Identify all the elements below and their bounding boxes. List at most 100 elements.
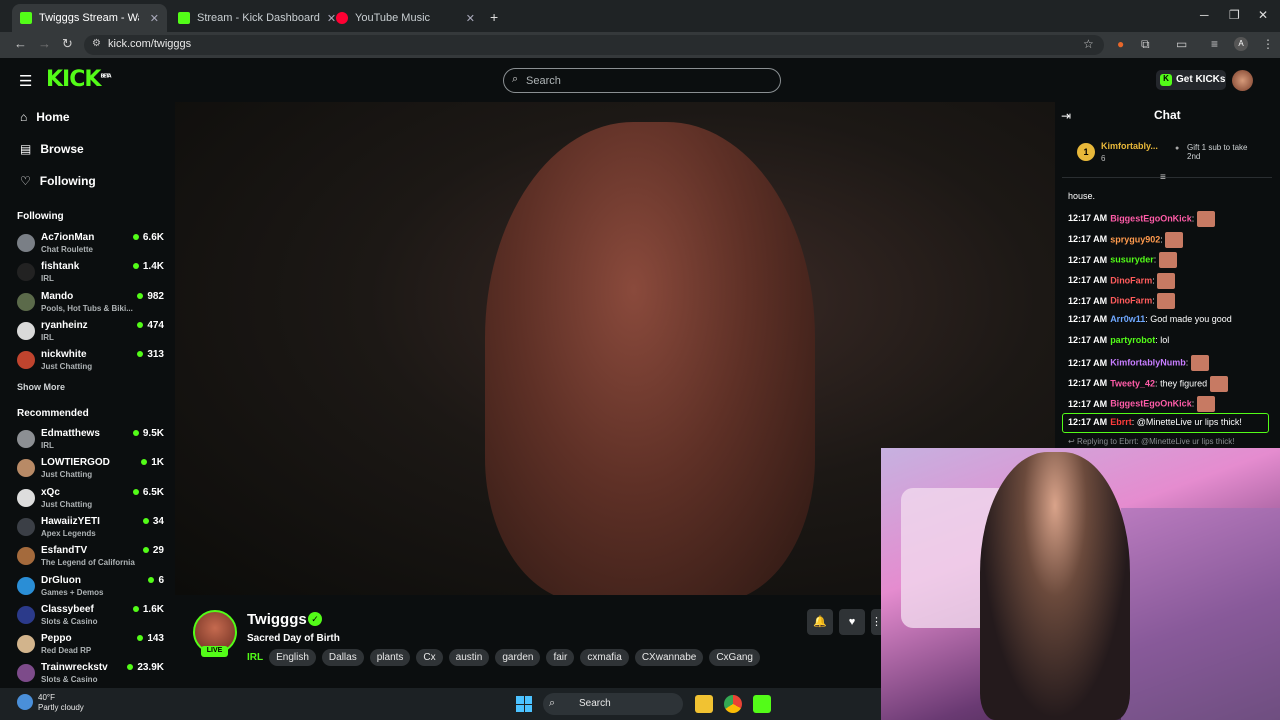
sidebar-channel-recommended-5[interactable]: DrGluon Games + Demos 6 — [17, 575, 167, 601]
sidebar-channel-recommended-8[interactable]: Trainwreckstv Slots & Casino 23.9K — [17, 662, 167, 688]
close-icon[interactable]: ✕ — [150, 12, 159, 25]
tag-pill[interactable]: cxmafia — [580, 649, 629, 666]
user-avatar[interactable] — [1232, 70, 1253, 91]
chat-message[interactable]: 12:17 AM spryguy902: — [1068, 231, 1184, 248]
emote-icon — [1158, 252, 1177, 269]
sidebar-channel-following-2[interactable]: Mando Pools, Hot Tubs & Biki... 982 — [17, 291, 167, 317]
more-options-icon[interactable]: ⋮ — [871, 609, 882, 635]
bookmark-star-icon[interactable]: ☆ — [1083, 37, 1094, 51]
viewer-count: 6.6K — [132, 232, 164, 243]
extension-icon[interactable]: ● — [1117, 37, 1124, 51]
tag-pill[interactable]: English — [269, 649, 316, 666]
message-username[interactable]: Tweety_42 — [1110, 378, 1155, 388]
tag-pill[interactable]: CXwannabe — [634, 649, 704, 666]
maximize-button[interactable]: ❐ — [1229, 8, 1240, 22]
minimize-button[interactable]: ─ — [1200, 8, 1209, 22]
new-tab-button[interactable]: + — [490, 9, 498, 25]
message-username[interactable]: spryguy902 — [1110, 234, 1160, 244]
reply-indicator: ↩ Replying to Ebrrt: @MinetteLive ur lip… — [1068, 437, 1235, 446]
search-input[interactable]: Search — [503, 68, 781, 93]
notification-bell-icon[interactable]: 🔔 — [807, 609, 833, 635]
emote-icon — [1196, 211, 1215, 227]
tag-pill[interactable]: Cx — [416, 649, 443, 666]
chat-message[interactable]: 12:17 AM DinoFarm: — [1068, 293, 1176, 310]
tag-pill[interactable]: plants — [369, 649, 411, 666]
taskbar-search[interactable]: Search — [543, 693, 683, 715]
tag-pill[interactable]: austin — [448, 649, 490, 666]
message-username[interactable]: BiggestEgoOnKick — [1110, 213, 1192, 223]
message-username[interactable]: DinoFarm — [1110, 275, 1152, 285]
tab-kick-dashboard[interactable]: Stream - Kick Dashboard ✕ — [170, 4, 336, 32]
site-info-icon[interactable]: ⚙ — [92, 38, 101, 49]
message-username[interactable]: DinoFarm — [1110, 296, 1152, 306]
chat-message[interactable]: 12:17 AM partyrobot: lol — [1068, 335, 1169, 345]
message-username[interactable]: BiggestEgoOnKick — [1110, 399, 1192, 409]
file-explorer-icon[interactable] — [695, 695, 713, 713]
sidebar-channel-following-4[interactable]: nickwhite Just Chatting 313 — [17, 349, 167, 375]
sidebar-channel-recommended-6[interactable]: Classybeef Slots & Casino 1.6K — [17, 604, 167, 630]
windows-start-icon[interactable] — [516, 696, 532, 712]
sidebar-channel-recommended-0[interactable]: Edmatthews IRL 9.5K — [17, 428, 167, 454]
chat-message[interactable]: 12:17 AM DinoFarm: — [1068, 272, 1176, 289]
sidebar-channel-recommended-7[interactable]: Peppo Red Dead RP 143 — [17, 633, 167, 659]
chat-message[interactable]: 12:17 AM BiggestEgoOnKick: — [1068, 211, 1215, 227]
channel-category: Just Chatting — [41, 362, 93, 372]
chrome-icon[interactable] — [724, 695, 742, 713]
message-username[interactable]: KimfortablyNumb — [1110, 358, 1186, 368]
window-close-button[interactable]: ✕ — [1258, 8, 1268, 22]
chat-message[interactable]: 12:17 AM BiggestEgoOnKick: — [1068, 396, 1215, 413]
sidebar-item-home[interactable]: ⌂ Home — [20, 110, 70, 124]
chat-filter-icon[interactable]: ≡ — [1160, 172, 1166, 183]
channel-name: Classybeef — [41, 603, 94, 615]
channel-name: Ac7ionMan — [41, 232, 95, 243]
sidebar-channel-recommended-1[interactable]: LOWTIERGOD Just Chatting 1K — [17, 457, 167, 483]
menu-dots-icon[interactable]: ⋮ — [1262, 37, 1274, 51]
youtube-music-favicon-icon — [336, 12, 348, 24]
message-username[interactable]: susuryder — [1110, 255, 1154, 265]
sidebar-item-browse[interactable]: ▤ Browse — [20, 142, 84, 156]
sidebar-channel-recommended-2[interactable]: xQc Just Chatting 6.5K — [17, 487, 167, 513]
message-username[interactable]: partyrobot — [1110, 335, 1155, 345]
gift-sub-text[interactable]: Gift 1 sub to take 2nd — [1187, 143, 1255, 161]
tag-pill[interactable]: Dallas — [321, 649, 364, 666]
tag-pill[interactable]: fair — [546, 649, 575, 666]
reload-icon[interactable]: ↻ — [62, 36, 73, 52]
tag-pill[interactable]: CxGang — [709, 649, 760, 666]
url-bar[interactable]: kick.com/twigggs — [84, 35, 1104, 55]
tag-pill[interactable]: garden — [495, 649, 541, 666]
tab-youtube-music[interactable]: YouTube Music ✕ — [328, 4, 483, 32]
follow-heart-icon[interactable]: ♥ — [839, 609, 865, 635]
chat-message[interactable]: 12:17 AM Arr0w11: God made you good — [1068, 314, 1232, 324]
hamburger-menu-icon[interactable]: ☰ — [19, 72, 32, 90]
kick-logo[interactable]: KICKBETA — [46, 67, 112, 92]
leader-name[interactable]: Kimfortably... — [1101, 141, 1158, 151]
extensions-puzzle-icon[interactable]: ⧉ — [1141, 37, 1150, 52]
sidebar-channel-following-0[interactable]: Ac7ionMan Chat Roulette 6.6K — [17, 232, 167, 258]
sidebar-channel-recommended-4[interactable]: EsfandTV The Legend of California 29 — [17, 545, 167, 571]
tab-twigggs-stream[interactable]: Twigggs Stream - Watch Li ✕ — [12, 4, 167, 32]
category-link[interactable]: IRL — [247, 652, 263, 663]
close-icon[interactable]: ✕ — [466, 12, 475, 25]
cast-icon[interactable]: ▭ — [1176, 37, 1187, 51]
message-text: lol — [1160, 334, 1170, 345]
streamer-name[interactable]: Twigggs — [247, 611, 307, 628]
weather-widget[interactable]: 40°F Partly cloudy — [17, 693, 84, 713]
sidebar-channel-recommended-3[interactable]: HawaiizYETI Apex Legends 34 — [17, 516, 167, 542]
channel-avatar — [17, 664, 35, 683]
message-username[interactable]: Arr0w11 — [1110, 314, 1145, 324]
profile-avatar[interactable]: A — [1234, 37, 1248, 51]
tab-search-icon[interactable]: ≡ — [1211, 37, 1218, 51]
back-icon[interactable]: ← — [14, 36, 27, 51]
sidebar-item-following[interactable]: ♡ Following — [20, 174, 96, 188]
chat-message[interactable]: 12:17 AM KimfortablyNumb: — [1068, 355, 1209, 372]
sidebar-channel-following-3[interactable]: ryanheinz IRL 474 — [17, 320, 167, 346]
sidebar-channel-following-1[interactable]: fishtank IRL 1.4K — [17, 261, 167, 287]
channel-avatar — [17, 517, 35, 536]
chat-message[interactable]: 12:17 AM Tweety_42: they figured — [1068, 375, 1228, 392]
kick-app-icon[interactable] — [753, 695, 771, 713]
chat-message[interactable]: 12:17 AM susuryder: — [1068, 252, 1177, 269]
video-frame-subject — [485, 122, 815, 595]
forward-icon[interactable]: → — [38, 36, 51, 51]
show-more-button[interactable]: Show More — [17, 382, 65, 392]
collapse-chat-icon[interactable]: ⇥ — [1061, 109, 1071, 123]
